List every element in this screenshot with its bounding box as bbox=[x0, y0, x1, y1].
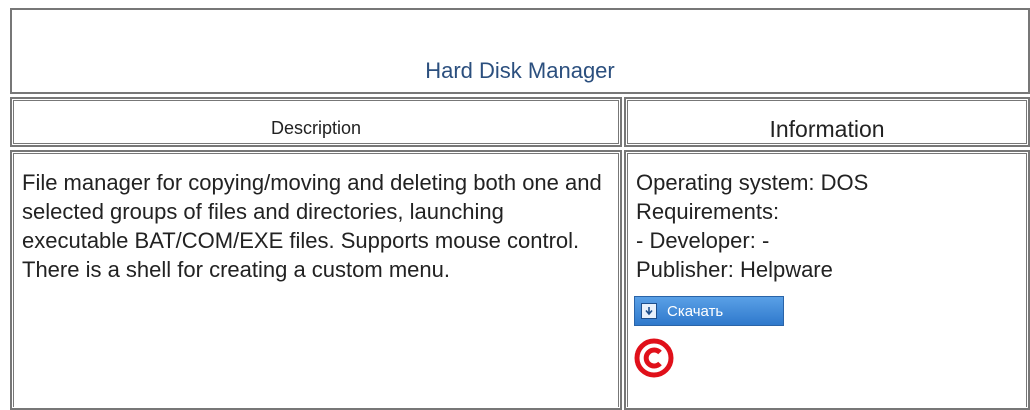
information-header: Information bbox=[769, 116, 885, 142]
download-label: Скачать bbox=[667, 302, 724, 320]
title-cell: Hard Disk Manager bbox=[10, 8, 1030, 94]
copyright-icon bbox=[634, 338, 674, 378]
information-cell: Operating system: DOS Requirements: - De… bbox=[624, 150, 1030, 410]
description-text: File manager for copying/moving and dele… bbox=[22, 170, 602, 282]
information-inner: Operating system: DOS Requirements: - De… bbox=[627, 153, 1027, 407]
description-header: Description bbox=[270, 118, 362, 138]
description-cell: File manager for copying/moving and dele… bbox=[10, 150, 622, 410]
publisher-line: Publisher: Helpware bbox=[636, 257, 833, 282]
description-header-inner: Description bbox=[13, 100, 619, 144]
page-title: Hard Disk Manager bbox=[425, 58, 615, 83]
information-header-cell: Information bbox=[624, 97, 1030, 147]
information-text: Operating system: DOS Requirements: - De… bbox=[636, 168, 868, 284]
os-line: Operating system: DOS bbox=[636, 170, 869, 195]
requirements-line: Requirements: bbox=[636, 199, 780, 224]
description-header-cell: Description bbox=[10, 97, 622, 147]
description-inner: File manager for copying/moving and dele… bbox=[13, 153, 619, 407]
information-header-inner: Information bbox=[627, 100, 1027, 144]
download-button[interactable]: Скачать bbox=[634, 296, 784, 326]
developer-line: - Developer: - bbox=[636, 228, 770, 253]
download-arrow-icon bbox=[641, 303, 657, 319]
